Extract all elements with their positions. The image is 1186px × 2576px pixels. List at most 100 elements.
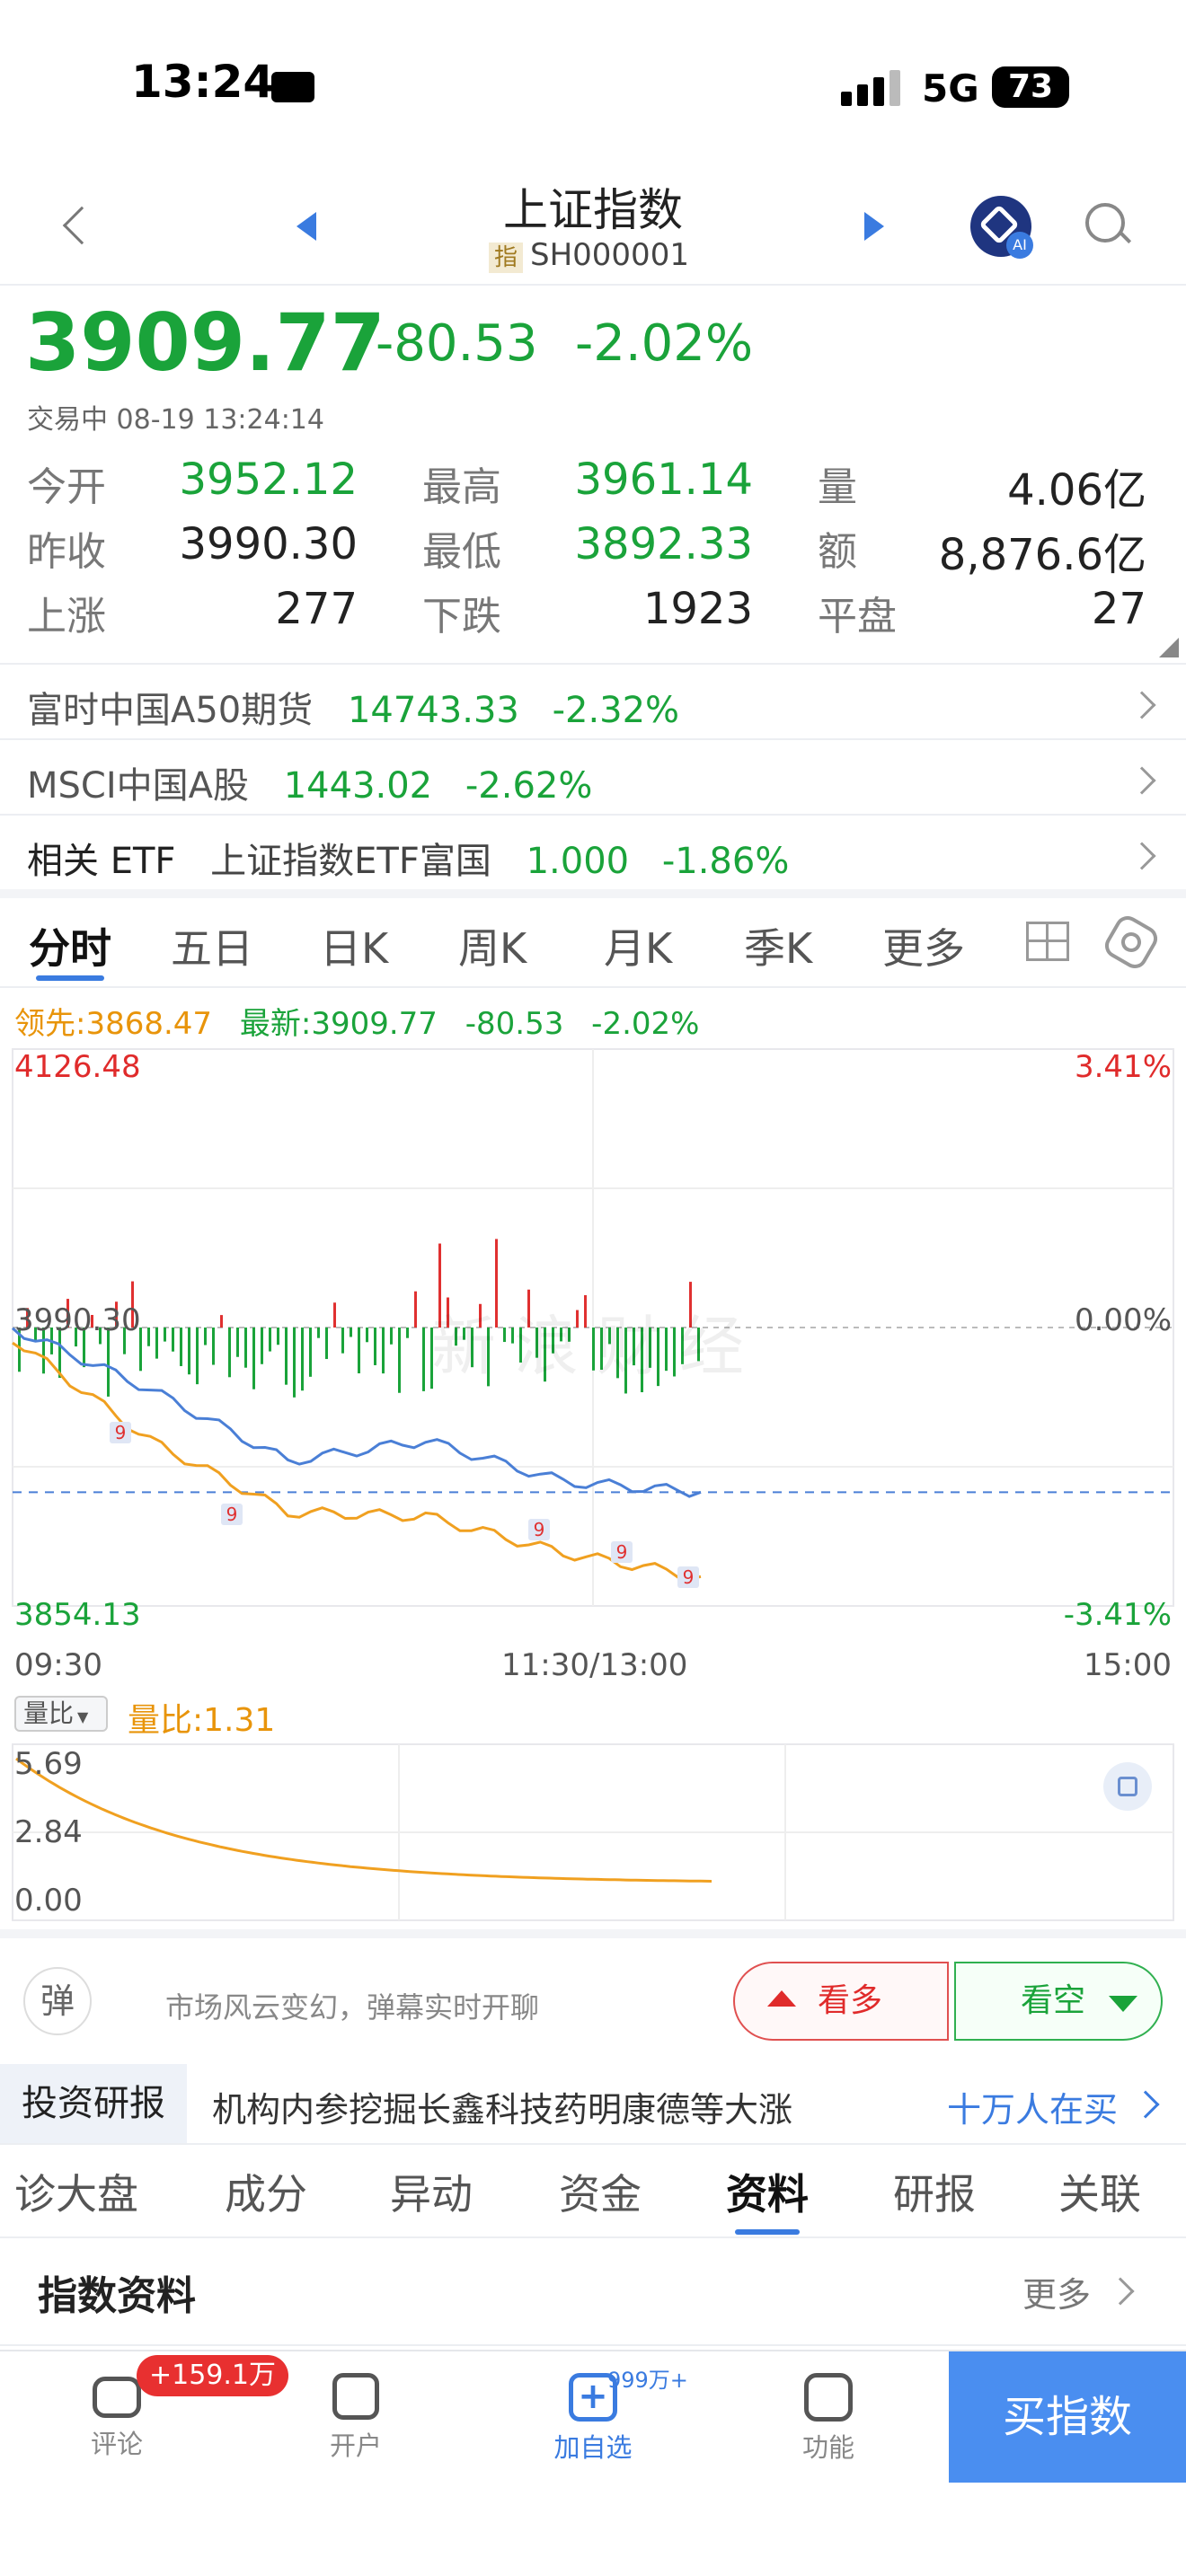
pct-min-label: -3.41%	[1063, 1597, 1172, 1633]
legend-pct: -2.02%	[591, 1006, 700, 1042]
arrow-down-icon	[1109, 1996, 1137, 2012]
volume-bar-down	[261, 1328, 263, 1364]
chevron-right-icon	[1106, 2277, 1135, 2306]
y-mid-label: 3990.30	[14, 1302, 141, 1338]
vr-tick-bottom: 0.00	[14, 1883, 83, 1919]
time-end-label: 15:00	[1084, 1647, 1172, 1683]
research-link[interactable]: 十万人在买	[947, 2082, 1118, 2131]
settings-icon[interactable]	[1100, 911, 1163, 974]
tab-research[interactable]: 研报	[893, 2162, 976, 2221]
research-text[interactable]: 机构内参挖掘长鑫科技药明康德等大涨	[212, 2082, 792, 2131]
fullscreen-icon[interactable]	[1103, 1762, 1152, 1811]
index-change: -80.53	[376, 314, 538, 373]
danmu-input[interactable]: 市场风云变幻，弹幕实时开聊	[165, 1985, 539, 2026]
tab-quarterly-k[interactable]: 季K	[744, 916, 812, 975]
time-mid-label: 11:30/13:00	[501, 1647, 688, 1683]
index-change-pct: -2.02%	[575, 314, 754, 373]
chevron-right-icon	[1128, 691, 1156, 719]
related-row-a50[interactable]: 富时中国A50期货 14743.33 -2.32%	[27, 681, 679, 733]
index-code-row: 指 SH000001	[489, 237, 689, 273]
expand-corner-icon[interactable]	[1159, 638, 1179, 657]
tab-monthly-k[interactable]: 月K	[604, 916, 672, 975]
volume-bar-down	[228, 1328, 231, 1378]
volume-bar-down	[180, 1328, 182, 1366]
signal-icon	[841, 70, 904, 106]
tab-5day[interactable]: 五日	[171, 916, 253, 975]
watch-badge: 999万+	[607, 2368, 688, 2393]
bear-button[interactable]: 看空	[954, 1962, 1163, 2041]
search-icon[interactable]	[1085, 203, 1125, 243]
nav-functions[interactable]: 功能	[766, 2360, 891, 2465]
ai-icon[interactable]: AI	[970, 196, 1033, 259]
network-label: 5G	[922, 66, 979, 110]
volume-bar-down	[252, 1328, 255, 1389]
volume-bar-down	[390, 1328, 393, 1345]
index-info-more[interactable]: 更多	[1022, 2267, 1091, 2316]
volume-bar-down	[285, 1328, 288, 1385]
bull-button[interactable]: 看多	[733, 1962, 949, 2041]
tab-anomaly[interactable]: 异动	[390, 2162, 473, 2221]
stat-label: 量	[818, 464, 857, 510]
stat-label: 平盘	[818, 594, 897, 640]
related-row-etf[interactable]: 相关 ETF 上证指数ETF富国 1.000 -1.86%	[27, 832, 789, 884]
stat-value: 4.06亿	[1007, 465, 1146, 516]
tab-constituents[interactable]: 成分	[225, 2162, 307, 2221]
stat-label: 下跌	[422, 594, 501, 640]
volume-bar-down	[366, 1328, 368, 1343]
vol-ratio-line	[15, 1757, 712, 1883]
volume-bar-down	[147, 1328, 150, 1346]
stat-label: 最低	[422, 529, 501, 575]
tab-funds[interactable]: 资金	[559, 2162, 642, 2221]
nav-open-label: 开户	[329, 2430, 382, 2461]
tab-info[interactable]: 资料	[726, 2162, 809, 2221]
related-value: 14743.33	[347, 690, 519, 731]
nav-func-label: 功能	[801, 2432, 854, 2463]
volume-bar-down	[155, 1328, 158, 1359]
volume-bar-down	[350, 1328, 352, 1337]
related-value: 1.000	[526, 841, 630, 882]
stat-value: 3892.33	[574, 519, 754, 569]
buy-index-button[interactable]: 买指数	[949, 2351, 1186, 2483]
tab-related[interactable]: 关联	[1058, 2162, 1141, 2221]
tab-intraday[interactable]: 分时	[29, 916, 111, 975]
grid-icon[interactable]	[1026, 922, 1069, 961]
danmu-icon[interactable]: 弹	[23, 1967, 92, 2035]
tab-more[interactable]: 更多	[882, 916, 965, 975]
vr-tick-mid: 2.84	[14, 1814, 83, 1850]
stat-value: 1923	[642, 584, 753, 634]
index-code: SH000001	[530, 237, 689, 273]
stat-label: 昨收	[27, 529, 106, 575]
chart-plus-icon	[332, 2373, 379, 2420]
volume-bar-down	[317, 1328, 320, 1338]
tab-weekly-k[interactable]: 周K	[458, 916, 527, 975]
stat-label: 今开	[27, 464, 106, 510]
trading-status: 交易中 08-19 13:24:14	[27, 404, 324, 436]
related-row-msci[interactable]: MSCI中国A股 1443.02 -2.62%	[27, 756, 592, 808]
volume-bar-down	[309, 1328, 312, 1377]
stat-label: 最高	[422, 464, 501, 510]
comment-badge: +159.1万	[137, 2355, 289, 2396]
vol-ratio-chart	[12, 1743, 1174, 1921]
nav-comment-label: 评论	[90, 2429, 143, 2459]
nav-open-account[interactable]: 开户	[293, 2360, 419, 2463]
related-name: 相关 ETF	[27, 841, 176, 882]
y-min-label: 3854.13	[14, 1597, 141, 1633]
volume-bar-down	[269, 1328, 271, 1352]
bear-label: 看空	[1021, 1982, 1086, 2019]
volume-bar-down	[212, 1328, 215, 1365]
stat-label: 上涨	[27, 594, 106, 640]
vol-ratio-selector[interactable]: 量比 ▼	[14, 1696, 108, 1732]
stat-value: 27	[1091, 584, 1146, 634]
next-index-icon[interactable]	[864, 212, 884, 241]
volume-bar-down	[358, 1328, 360, 1374]
index-price: 3909.77	[25, 296, 385, 389]
pct-max-label: 3.41%	[1074, 1049, 1172, 1085]
chart-legend: 领先:3868.47 最新:3909.77 -80.53 -2.02%	[14, 999, 699, 1043]
tab-market-diagnosis[interactable]: 诊大盘	[14, 2162, 138, 2221]
home-indicator	[0, 2488, 1186, 2576]
pct-mid-label: 0.00%	[1074, 1302, 1172, 1338]
signal-marker-label: 9	[115, 1422, 127, 1443]
stat-value: 3961.14	[574, 454, 754, 505]
tab-daily-k[interactable]: 日K	[320, 916, 388, 975]
stat-value: 3990.30	[179, 519, 358, 569]
